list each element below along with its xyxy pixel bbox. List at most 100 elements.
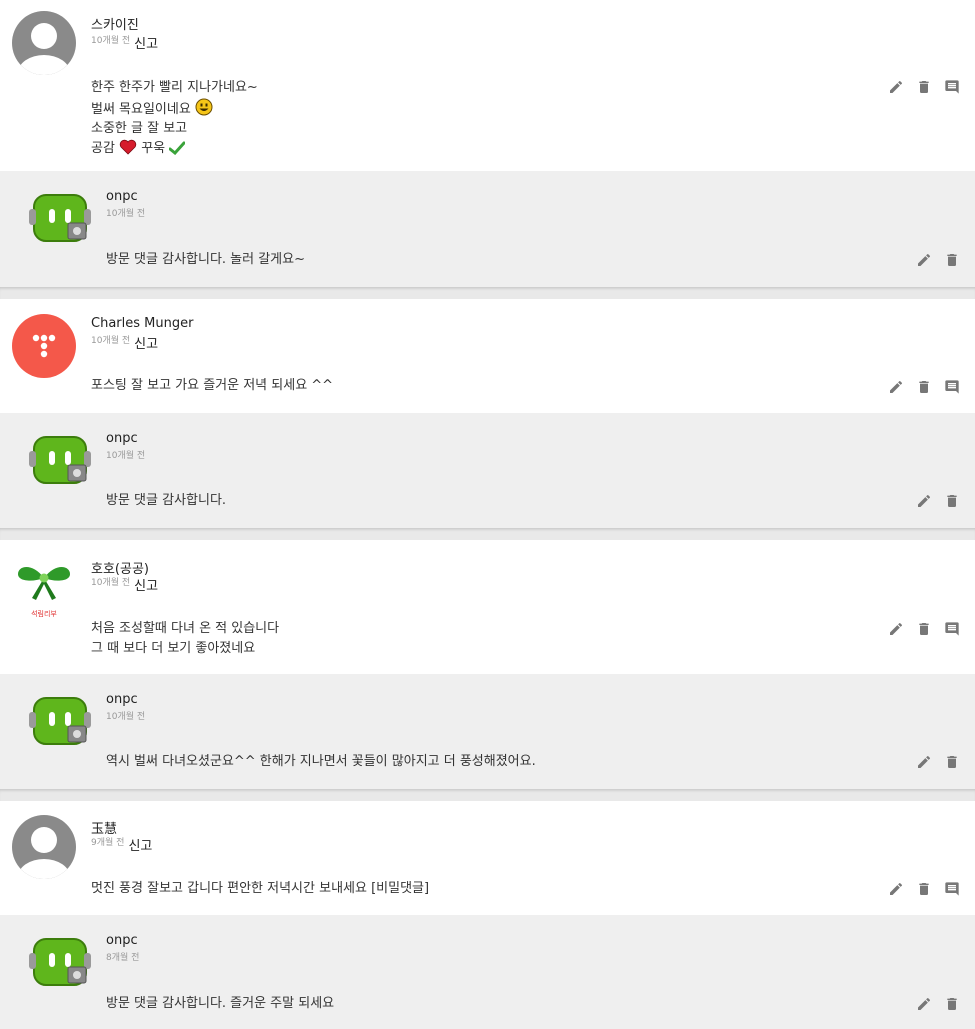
- trash-icon: [947, 495, 957, 507]
- edit-button[interactable]: [915, 995, 933, 1013]
- reply-actions: [915, 492, 961, 510]
- pencil-icon: [918, 997, 931, 1010]
- timestamp: 10개월 전: [91, 36, 131, 46]
- heart-emoji-icon: [119, 139, 137, 155]
- reply-actions: [915, 251, 961, 269]
- avatar[interactable]: [12, 314, 76, 378]
- pencil-icon: [890, 380, 903, 393]
- reply-author[interactable]: onpc: [106, 189, 138, 204]
- comment-line: 공감 꾸욱: [91, 139, 258, 159]
- timestamp: 10개월 전: [106, 451, 146, 461]
- report-link[interactable]: 신고: [134, 579, 158, 594]
- reply-meta: 8개월 전: [106, 950, 139, 969]
- comment-meta: 10개월 전 신고: [91, 333, 158, 352]
- timestamp: 9개월 전: [91, 838, 125, 848]
- trash-icon: [919, 623, 929, 635]
- comment-author[interactable]: Charles Munger: [91, 316, 193, 331]
- comment-line: 소중한 글 잘 보고: [91, 121, 188, 136]
- reply-button[interactable]: [943, 880, 961, 898]
- delete-button[interactable]: [915, 378, 933, 396]
- delete-button[interactable]: [943, 995, 961, 1013]
- timestamp: 10개월 전: [106, 209, 146, 219]
- comment-3: 석림리부 호호(공공) 10개월 전 신고 처음 조성할때 다녀 온 적 있습니다…: [0, 540, 975, 674]
- avatar[interactable]: [12, 11, 76, 75]
- person-silhouette-icon: [18, 23, 70, 75]
- pencil-icon: [890, 882, 903, 895]
- comment-author[interactable]: 스카이진: [91, 14, 139, 33]
- pencil-icon: [890, 80, 903, 93]
- comment-line: 벌써 목요일이네요: [91, 98, 258, 120]
- comment-separator: [0, 528, 975, 540]
- delete-button[interactable]: [915, 620, 933, 638]
- avatar[interactable]: [12, 815, 76, 879]
- delete-button[interactable]: [943, 251, 961, 269]
- edit-button[interactable]: [915, 753, 933, 771]
- pencil-icon: [918, 494, 931, 507]
- comment-body: 멋진 풍경 잘보고 갑니다 편안한 저녁시간 보내세요 [비밀댓글]: [91, 879, 429, 899]
- edit-button[interactable]: [915, 492, 933, 510]
- green-ribbon-logo[interactable]: 석림리부: [12, 556, 76, 620]
- comment-separator: [0, 789, 975, 801]
- trash-icon: [947, 756, 957, 768]
- green-robot-icon[interactable]: [28, 429, 92, 493]
- comment-line: 그 때 보다 더 보기 좋아졌네요: [91, 640, 256, 656]
- trash-icon: [919, 883, 929, 895]
- reply-actions: [915, 753, 961, 771]
- timestamp: 10개월 전: [91, 578, 131, 588]
- reply-body: 역시 벌써 다녀오셨군요^^ 한해가 지나면서 꽃들이 많아지고 더 풍성해졌어…: [106, 754, 536, 769]
- reply-comment-icon: [945, 882, 959, 896]
- reply-body: 방문 댓글 감사합니다. 놀러 갈게요~: [106, 252, 305, 267]
- reply-actions: [915, 995, 961, 1013]
- comment-actions: [887, 620, 961, 638]
- comment-body: 한주 한주가 빨리 지나가네요~ 벌써 목요일이네요 소중한 글 잘 보고 공감…: [91, 78, 258, 158]
- trash-icon: [947, 254, 957, 266]
- comment-body: 처음 조성할때 다녀 온 적 있습니다 그 때 보다 더 보기 좋아졌네요: [91, 619, 279, 658]
- edit-button[interactable]: [887, 620, 905, 638]
- delete-button[interactable]: [943, 492, 961, 510]
- smiley-emoji-icon: [195, 98, 213, 115]
- reply-1: onpc 10개월 전 방문 댓글 감사합니다. 놀러 갈게요~: [0, 171, 975, 287]
- edit-button[interactable]: [887, 880, 905, 898]
- reply-button[interactable]: [943, 620, 961, 638]
- pencil-icon: [918, 253, 931, 266]
- report-link[interactable]: 신고: [134, 37, 158, 52]
- reply-author[interactable]: onpc: [106, 692, 138, 707]
- reply-button[interactable]: [943, 78, 961, 96]
- reply-author[interactable]: onpc: [106, 431, 138, 446]
- timestamp: 10개월 전: [91, 336, 131, 346]
- green-robot-icon[interactable]: [28, 187, 92, 251]
- reply-body: 방문 댓글 감사합니다.: [106, 493, 227, 508]
- check-emoji-icon: [169, 141, 186, 155]
- report-link[interactable]: 신고: [134, 337, 158, 352]
- reply-button[interactable]: [943, 378, 961, 396]
- reply-author[interactable]: onpc: [106, 933, 138, 948]
- timestamp: 10개월 전: [106, 712, 146, 722]
- reply-body: 방문 댓글 감사합니다. 즐거운 주말 되세요: [106, 996, 335, 1011]
- comment-2: Charles Munger 10개월 전 신고 포스팅 잘 보고 가요 즐거운 …: [0, 299, 975, 413]
- comment-4: 玉慧 9개월 전 신고 멋진 풍경 잘보고 갑니다 편안한 저녁시간 보내세요 […: [0, 801, 975, 915]
- comment-line: 포스팅 잘 보고 가요 즐거운 저녁 되세요 ^^: [91, 378, 334, 393]
- green-robot-icon[interactable]: [28, 931, 92, 995]
- delete-button[interactable]: [915, 78, 933, 96]
- trash-icon: [947, 998, 957, 1010]
- edit-button[interactable]: [887, 78, 905, 96]
- green-robot-icon[interactable]: [28, 690, 92, 754]
- person-silhouette-icon: [18, 827, 70, 879]
- red-dots-avatar: [32, 334, 56, 358]
- comment-body: 포스팅 잘 보고 가요 즐거운 저녁 되세요 ^^: [91, 376, 333, 396]
- reply-4: onpc 8개월 전 방문 댓글 감사합니다. 즐거운 주말 되세요: [0, 915, 975, 1029]
- comment-meta: 9개월 전 신고: [91, 835, 152, 854]
- delete-button[interactable]: [943, 753, 961, 771]
- comment-meta: 10개월 전 신고: [91, 33, 158, 52]
- comment-line: 처음 조성할때 다녀 온 적 있습니다: [91, 621, 280, 636]
- reply-meta: 10개월 전: [106, 709, 145, 728]
- comment-meta: 10개월 전 신고: [91, 575, 158, 594]
- edit-button[interactable]: [915, 251, 933, 269]
- pencil-icon: [918, 755, 931, 768]
- report-link[interactable]: 신고: [128, 839, 152, 854]
- edit-button[interactable]: [887, 378, 905, 396]
- comment-line: 한주 한주가 빨리 지나가네요~: [91, 80, 258, 95]
- reply-comment-icon: [945, 80, 959, 94]
- pencil-icon: [890, 622, 903, 635]
- delete-button[interactable]: [915, 880, 933, 898]
